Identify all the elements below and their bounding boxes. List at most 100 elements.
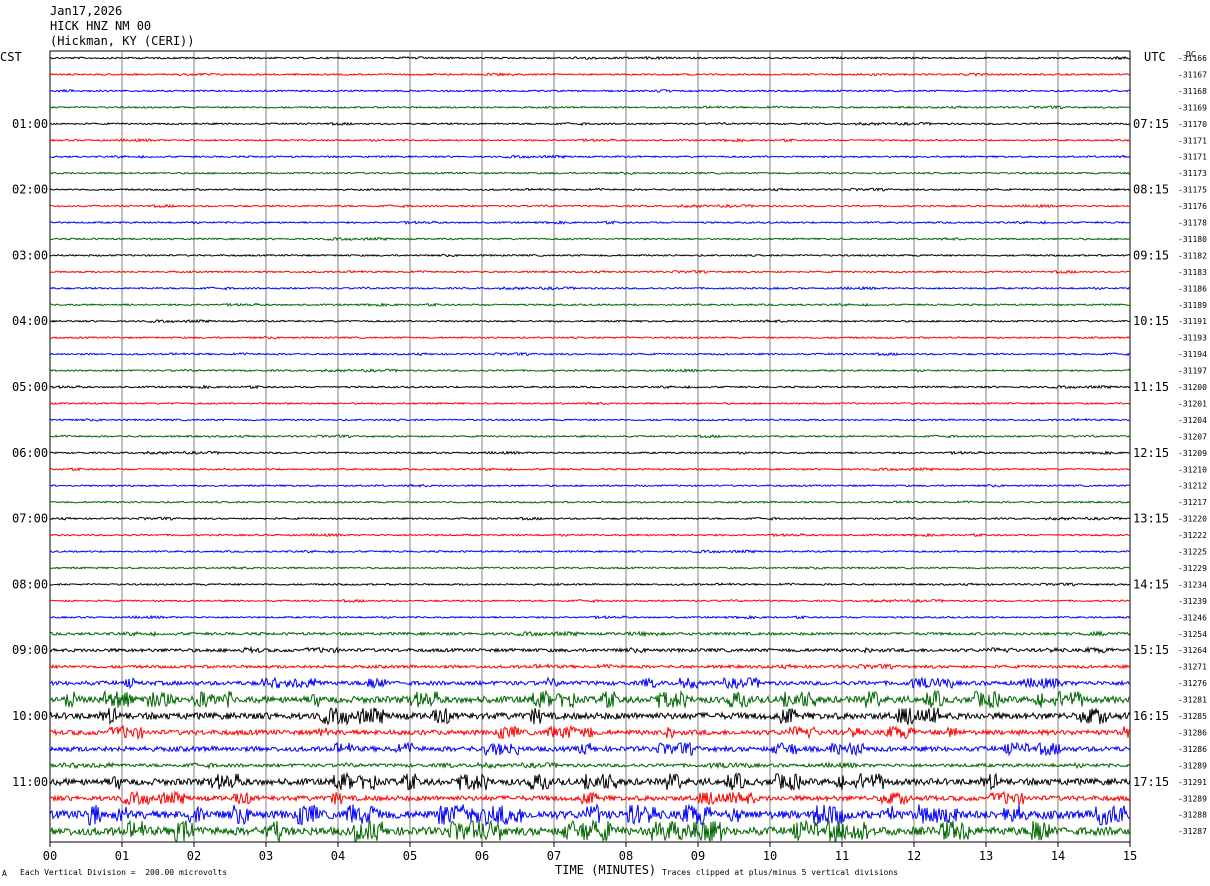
seismic-trace — [49, 88, 1131, 93]
dc-offset-label: -31264 — [1178, 646, 1207, 655]
x-tick-label: 07 — [547, 849, 561, 863]
seismic-trace — [49, 598, 1131, 604]
right-time-label: 14:15 — [1133, 577, 1169, 591]
right-time-label: 08:15 — [1133, 183, 1169, 197]
right-time-label: 13:15 — [1133, 512, 1169, 526]
left-time-label: 07:00 — [12, 512, 48, 526]
seismic-trace — [49, 236, 1131, 242]
dc-offset-label: -31225 — [1178, 548, 1207, 557]
seismic-trace — [49, 384, 1131, 390]
left-time-label: 09:00 — [12, 643, 48, 657]
dc-offset-label: -31201 — [1178, 399, 1207, 408]
dc-offset-label: -31254 — [1178, 630, 1207, 639]
dc-offset-label: -31197 — [1178, 367, 1207, 376]
dc-offset-label: -31229 — [1178, 564, 1207, 573]
right-time-label: 10:15 — [1133, 314, 1169, 328]
dc-offset-label: -31289 — [1178, 761, 1207, 770]
x-tick-label: 11 — [835, 849, 849, 863]
seismic-trace — [49, 630, 1131, 638]
dc-offset-label: -31166 — [1178, 54, 1207, 63]
seismic-trace — [49, 121, 1131, 127]
dc-offset-label: -31217 — [1178, 498, 1207, 507]
dc-offset-label: -31285 — [1178, 712, 1207, 721]
seismic-trace — [49, 401, 1131, 406]
dc-offset-label: -31169 — [1178, 103, 1207, 112]
x-tick-label: 04 — [331, 849, 345, 863]
x-tick-label: 13 — [979, 849, 993, 863]
dc-offset-label: -31180 — [1178, 235, 1207, 244]
seismic-trace — [49, 269, 1131, 275]
x-tick-label: 14 — [1051, 849, 1065, 863]
dc-offset-label: -31288 — [1178, 811, 1207, 820]
dc-offset-label: -31222 — [1178, 531, 1207, 540]
left-time-label: 02:00 — [12, 183, 48, 197]
dc-offset-label: -31210 — [1178, 465, 1207, 474]
dc-offset-label: -31289 — [1178, 794, 1207, 803]
seismic-trace — [49, 549, 1131, 554]
seismic-trace — [49, 253, 1131, 258]
left-time-label: 10:00 — [12, 709, 48, 723]
seismic-trace — [49, 368, 1131, 373]
dc-offset-label: -31276 — [1178, 679, 1207, 688]
left-time-label: 01:00 — [12, 117, 48, 131]
seismic-trace — [49, 741, 1131, 757]
dc-offset-label: -31183 — [1178, 268, 1207, 277]
seismic-trace — [49, 335, 1130, 340]
seismic-trace — [49, 532, 1131, 538]
x-tick-label: 02 — [187, 849, 201, 863]
seismic-trace — [49, 689, 1131, 709]
dc-offset-label: -31239 — [1178, 597, 1207, 606]
right-time-label: 09:15 — [1133, 248, 1169, 262]
left-time-label: 11:00 — [12, 775, 48, 789]
seismic-trace — [49, 645, 1131, 655]
left-time-label: 08:00 — [12, 577, 48, 591]
seismic-trace — [49, 171, 1131, 175]
seismic-trace — [49, 318, 1131, 324]
plot-frame — [49, 50, 1131, 843]
dc-offset-label: -31246 — [1178, 613, 1207, 622]
seismic-trace — [49, 450, 1131, 456]
x-tick-label: 15 — [1123, 849, 1137, 863]
seismic-trace — [49, 614, 1131, 620]
dc-offset-label: -31176 — [1178, 202, 1207, 211]
dc-offset-label: -31168 — [1178, 87, 1207, 96]
dc-offset-label: -31170 — [1178, 120, 1207, 129]
seismic-trace — [49, 302, 1131, 308]
x-tick-label: 03 — [259, 849, 273, 863]
dc-offset-label: -31291 — [1178, 778, 1207, 787]
right-time-label: 07:15 — [1133, 117, 1169, 131]
seismic-trace — [49, 72, 1131, 77]
dc-offset-label: -31200 — [1178, 383, 1207, 392]
seismic-trace — [49, 676, 1131, 690]
dc-offset-label: -31171 — [1178, 153, 1207, 162]
seismic-trace — [49, 203, 1131, 209]
right-time-label: 17:15 — [1133, 775, 1169, 789]
seismic-trace — [50, 819, 1131, 843]
seismic-trace — [49, 803, 1131, 827]
left-time-label: 06:00 — [12, 446, 48, 460]
seismic-trace — [49, 565, 1131, 571]
dc-offset-label: -31189 — [1178, 301, 1207, 310]
seismic-trace — [49, 582, 1131, 587]
seismogram-plot: 00 01 02 03 04 05 06 07 08 09 10 11 12 13 14 15 -31166 -3… — [12, 50, 1207, 863]
seismic-trace — [49, 187, 1131, 192]
seismic-trace — [49, 707, 1131, 726]
dc-offset-label: -31178 — [1178, 219, 1207, 228]
dc-offset-label: -31193 — [1178, 334, 1207, 343]
dc-offset-label: -31191 — [1178, 317, 1207, 326]
footer-clip-note: Traces clipped at plus/minus 5 vertical … — [662, 868, 899, 877]
dc-offset-label: -31175 — [1178, 186, 1207, 195]
seismic-trace — [49, 760, 1131, 770]
seismic-trace — [49, 417, 1131, 422]
dc-offset-label: -31173 — [1178, 169, 1207, 178]
seismic-trace — [49, 351, 1131, 357]
seismic-trace — [49, 55, 1131, 61]
seismic-trace — [49, 467, 1131, 472]
dc-offset-label: -31167 — [1178, 70, 1207, 79]
seismic-trace — [49, 662, 1131, 671]
dc-offset-label: -31286 — [1178, 745, 1207, 754]
x-tick-label: 12 — [907, 849, 921, 863]
x-tick-label: 01 — [115, 849, 129, 863]
dc-offset-label: -31182 — [1178, 251, 1207, 260]
dc-offset-label: -31171 — [1178, 136, 1207, 145]
